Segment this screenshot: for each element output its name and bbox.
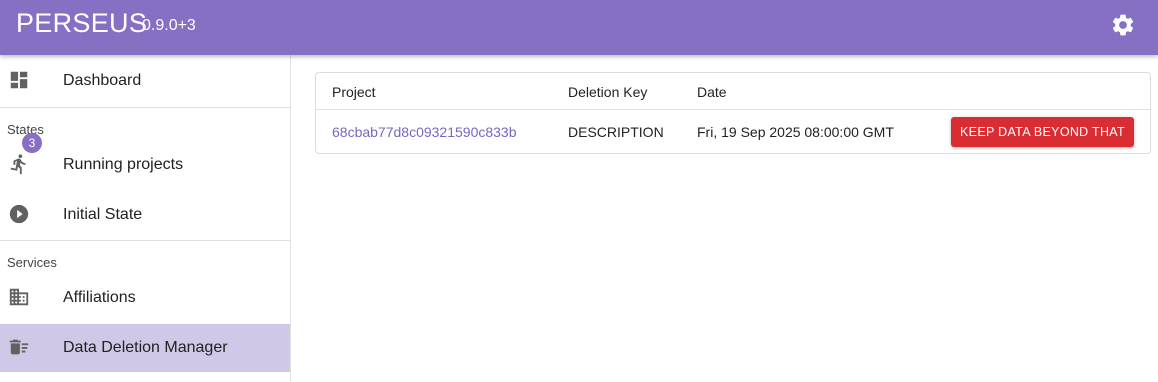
- sidebar-item-label: Dashboard: [63, 72, 142, 89]
- delete-list-icon: [9, 339, 29, 355]
- app-version: 0.9.0+3: [142, 17, 196, 34]
- column-header-deletion-key: Deletion Key: [568, 84, 648, 100]
- running-person-icon: [10, 154, 26, 175]
- sidebar-item-dashboard[interactable]: Dashboard: [0, 57, 290, 105]
- sidebar-item-initial-state[interactable]: Initial State: [0, 191, 290, 239]
- keep-data-beyond-button[interactable]: KEEP DATA BEYOND THAT: [951, 117, 1134, 147]
- column-header-project: Project: [332, 84, 376, 100]
- deletion-key-cell: DESCRIPTION: [568, 124, 664, 140]
- sidebar: Dashboard States 3 Running projects Init…: [0, 55, 291, 382]
- divider: [0, 240, 290, 241]
- sidebar-item-label: Affiliations: [63, 289, 136, 306]
- dashboard-icon: [10, 71, 28, 89]
- app-bar: PERSEUS 0.9.0+3: [0, 0, 1158, 55]
- settings-button[interactable]: [1110, 12, 1136, 38]
- app-title: PERSEUS: [16, 8, 148, 38]
- sidebar-item-label: Running projects: [63, 156, 184, 173]
- sidebar-item-label: Initial State: [63, 206, 143, 223]
- divider: [0, 107, 290, 108]
- building-icon: [9, 288, 29, 306]
- sidebar-item-label: Data Deletion Manager: [63, 339, 228, 356]
- header-divider: [316, 109, 1150, 110]
- play-circle-icon: [9, 204, 29, 224]
- section-label-services: Services: [7, 255, 57, 270]
- gear-icon: [1112, 14, 1134, 36]
- sidebar-item-affiliations[interactable]: Affiliations: [0, 274, 290, 322]
- date-cell: Fri, 19 Sep 2025 08:00:00 GMT: [697, 124, 894, 140]
- sidebar-item-data-deletion-manager[interactable]: Data Deletion Manager: [0, 324, 290, 372]
- project-id-link[interactable]: 68cbab77d8c09321590c833b: [332, 124, 517, 140]
- deletion-table: Project Deletion Key Date 68cbab77d8c093…: [315, 72, 1151, 154]
- running-projects-count-badge: 3: [22, 133, 42, 153]
- sidebar-item-running-projects[interactable]: 3 Running projects: [0, 133, 290, 189]
- column-header-date: Date: [697, 84, 727, 100]
